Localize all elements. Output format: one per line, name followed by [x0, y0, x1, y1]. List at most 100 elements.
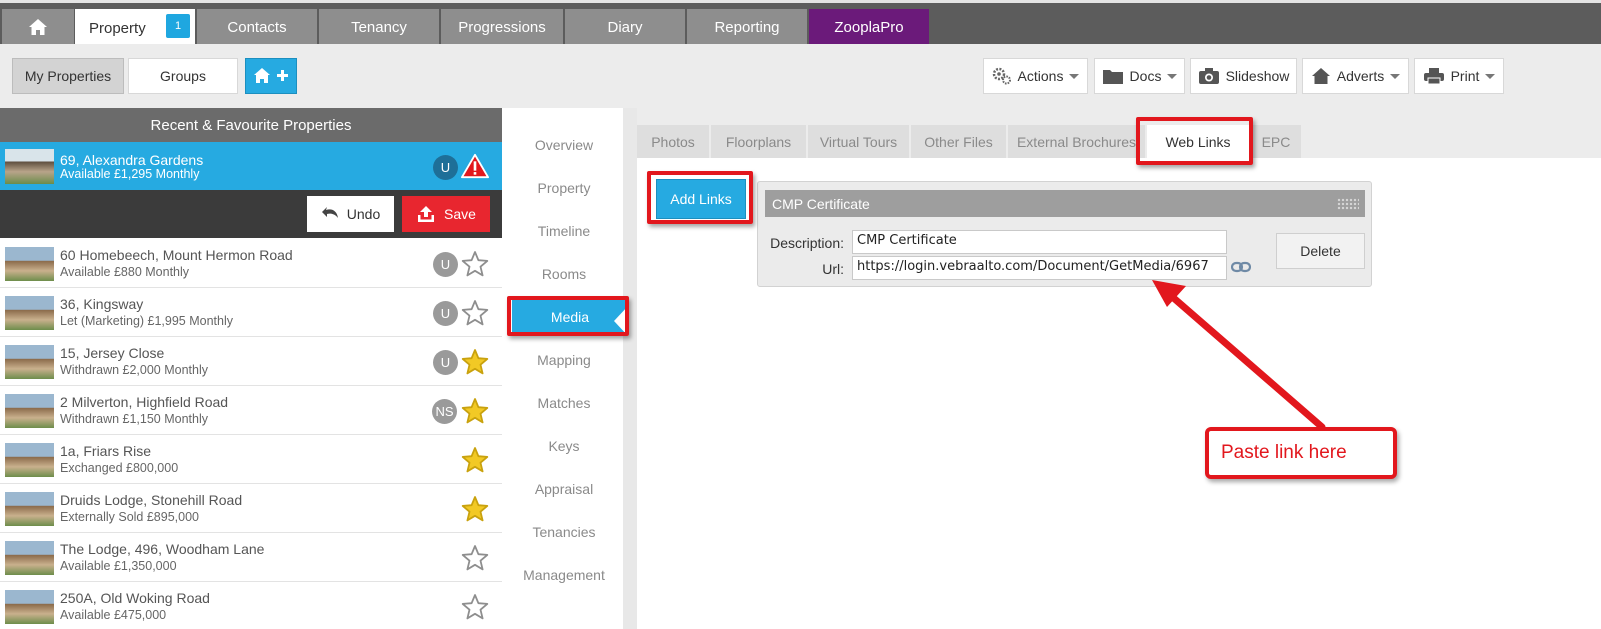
my-properties-label: My Properties [24, 68, 112, 84]
property-section-menu: Overview Property Timeline Rooms Media Mappin… [502, 108, 639, 629]
link-icon[interactable] [1231, 261, 1251, 273]
favourite-star-icon[interactable] [461, 446, 489, 474]
favourite-star-icon[interactable] [461, 250, 489, 278]
tab-diary[interactable]: Diary [565, 9, 685, 45]
favourite-star-icon[interactable] [461, 593, 489, 621]
media-tab-web-links[interactable]: Web Links [1147, 125, 1249, 158]
property-address: 1a, Friars Rise [60, 443, 152, 459]
menu-item-mapping[interactable]: Mapping [502, 342, 626, 378]
media-tab-floorplans[interactable]: Floorplans [711, 125, 806, 158]
property-list-item[interactable]: 15, Jersey Close Withdrawn £2,000 Monthly… [0, 337, 502, 386]
groups-button[interactable]: Groups [128, 58, 238, 94]
tab-label: ZooplaPro [834, 18, 904, 36]
tab-tenancy[interactable]: Tenancy [319, 9, 439, 45]
tab-progressions[interactable]: Progressions [441, 9, 563, 45]
adverts-button[interactable]: Adverts [1302, 58, 1409, 94]
media-tab-epc[interactable]: EPC [1251, 125, 1301, 158]
property-list-item[interactable]: The Lodge, 496, Woodham Lane Available £1… [0, 533, 502, 582]
description-label: Description: [770, 235, 844, 251]
property-status: Externally Sold £895,000 [60, 510, 199, 524]
menu-item-management[interactable]: Management [502, 557, 626, 593]
property-count-badge: 1 [166, 14, 190, 38]
property-thumbnail [5, 345, 54, 379]
save-label: Save [444, 206, 476, 222]
recent-properties-header: Recent & Favourite Properties [0, 108, 502, 142]
media-tabs: Photos Floorplans Virtual Tours Other Files… [637, 108, 1601, 158]
save-button[interactable]: Save [402, 196, 490, 232]
tab-label: Tenancy [351, 18, 407, 36]
property-list-item[interactable]: Druids Lodge, Stonehill Road Externally S… [0, 484, 502, 533]
tab-label: Property [89, 19, 146, 37]
property-list-item[interactable]: 250A, Old Woking Road Available £475,000 [0, 582, 502, 629]
menu-item-property[interactable]: Property [502, 170, 626, 206]
recent-properties-panel: Recent & Favourite Properties 69, Alexan… [0, 108, 502, 629]
description-field[interactable]: CMP Certificate [852, 230, 1227, 254]
menu-item-matches[interactable]: Matches [502, 385, 626, 421]
slideshow-button[interactable]: Slideshow [1190, 58, 1297, 94]
add-property-button[interactable] [245, 58, 297, 94]
property-address: Druids Lodge, Stonehill Road [60, 492, 243, 508]
tab-label: Diary [607, 18, 643, 36]
folder-icon [1102, 70, 1123, 84]
media-tab-photos[interactable]: Photos [637, 125, 709, 158]
home-button[interactable] [2, 9, 74, 45]
add-links-button[interactable]: Add Links [656, 179, 746, 219]
property-address: 69, Alexandra Gardens [60, 152, 204, 168]
property-thumbnail [5, 296, 54, 330]
menu-item-rooms[interactable]: Rooms [502, 256, 626, 292]
slideshow-label: Slideshow [1225, 68, 1290, 84]
docs-button[interactable]: Docs [1094, 58, 1185, 94]
tab-zooplapro[interactable]: ZooplaPro [809, 9, 929, 45]
property-address: 250A, Old Woking Road [60, 590, 210, 606]
menu-item-tenancies[interactable]: Tenancies [502, 514, 626, 550]
property-status: Available £1,350,000 [60, 559, 177, 573]
printer-icon [1423, 68, 1444, 85]
user-badge: U [433, 155, 458, 180]
home-icon [29, 19, 47, 35]
drag-handle-icon[interactable] [1337, 198, 1359, 210]
media-tab-external-brochures[interactable]: External Brochures [1008, 125, 1145, 158]
property-list-item[interactable]: 60 Homebeech, Mount Hermon Road Available… [0, 239, 502, 288]
property-thumbnail [5, 149, 54, 184]
print-button[interactable]: Print [1414, 58, 1504, 94]
favourite-star-icon[interactable] [461, 397, 489, 425]
property-status: Withdrawn £1,150 Monthly [60, 412, 208, 426]
my-properties-button[interactable]: My Properties [12, 58, 124, 94]
print-label: Print [1450, 68, 1480, 84]
media-tab-other-files[interactable]: Other Files [911, 125, 1006, 158]
property-status: Let (Marketing) £1,995 Monthly [60, 314, 234, 328]
menu-item-overview[interactable]: Overview [502, 127, 626, 163]
property-address: 2 Milverton, Highfield Road [60, 394, 229, 410]
url-field[interactable]: https://login.vebraalto.com/Document/Get… [852, 256, 1227, 280]
property-address: The Lodge, 496, Woodham Lane [60, 541, 265, 557]
menu-item-keys[interactable]: Keys [502, 428, 626, 464]
menu-item-media[interactable]: Media [512, 299, 628, 335]
url-label: Url: [822, 261, 844, 277]
actions-label: Actions [1017, 68, 1064, 84]
favourite-star-icon[interactable] [461, 544, 489, 572]
favourite-star-icon[interactable] [461, 348, 489, 376]
chevron-down-icon [1167, 73, 1178, 79]
menu-item-appraisal[interactable]: Appraisal [502, 471, 626, 507]
property-list-item[interactable]: 36, Kingsway Let (Marketing) £1,995 Month… [0, 288, 502, 337]
property-list-item[interactable]: 1a, Friars Rise Exchanged £800,000 [0, 435, 502, 484]
favourite-star-icon[interactable] [461, 495, 489, 523]
house-icon [1311, 68, 1330, 84]
property-list-item[interactable]: 2 Milverton, Highfield Road Withdrawn £1,… [0, 386, 502, 435]
upload-icon [418, 206, 435, 222]
warning-icon [461, 153, 489, 179]
favourite-star-icon[interactable] [461, 299, 489, 327]
actions-button[interactable]: Actions [983, 58, 1088, 94]
chevron-down-icon [1069, 73, 1080, 79]
user-badge: U [433, 350, 458, 375]
selected-property[interactable]: 69, Alexandra Gardens Available £1,295 M… [0, 142, 502, 190]
tab-contacts[interactable]: Contacts [197, 9, 317, 45]
media-tab-virtual-tours[interactable]: Virtual Tours [808, 125, 909, 158]
menu-item-timeline[interactable]: Timeline [502, 213, 626, 249]
docs-label: Docs [1129, 68, 1162, 84]
delete-link-button[interactable]: Delete [1276, 233, 1365, 269]
undo-button[interactable]: Undo [307, 196, 394, 232]
chevron-down-icon [1485, 73, 1496, 79]
tab-reporting[interactable]: Reporting [687, 9, 807, 45]
property-status: Exchanged £800,000 [60, 461, 179, 475]
